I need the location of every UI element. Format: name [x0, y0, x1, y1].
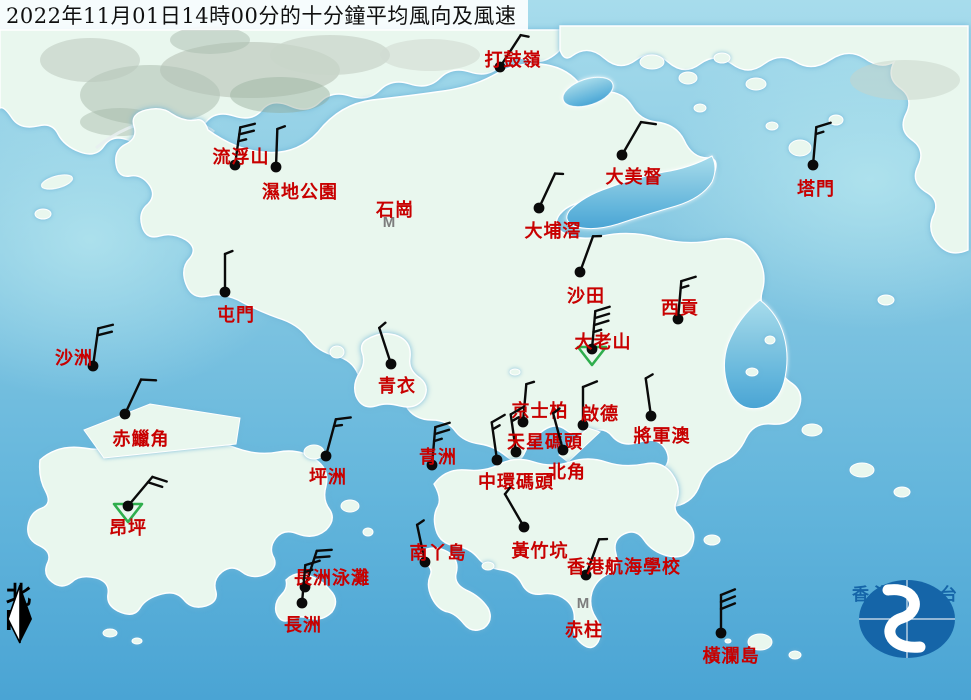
station-label: 濕地公園 — [262, 181, 338, 203]
missing-data-marker: M — [577, 595, 590, 612]
wind-barb-feather — [315, 556, 330, 557]
station-label: 大老山 — [575, 331, 632, 353]
wind-barb-staff — [276, 129, 277, 167]
station-dot — [321, 451, 332, 462]
station-label: 打鼓嶺 — [485, 49, 542, 71]
station-dot — [386, 359, 397, 370]
station-label: 沙田 — [567, 286, 605, 307]
station-label: 黃竹坑 — [511, 540, 569, 562]
wind-barb-feather — [521, 35, 529, 37]
station-dot — [297, 598, 308, 609]
station-label: 啟德 — [581, 403, 619, 425]
station-dot — [617, 150, 628, 161]
station-dot — [558, 445, 569, 456]
wind-barb-feather — [141, 380, 156, 381]
station-label: 坪洲 — [309, 467, 347, 488]
station-label: 西貢 — [661, 298, 699, 319]
station-label: 赤鱲角 — [113, 428, 170, 450]
station-label: 京士柏 — [512, 400, 569, 422]
station-dot — [271, 162, 282, 173]
station-label: 昂坪 — [109, 518, 147, 539]
station-label: 屯門 — [217, 304, 255, 326]
wind-map: 流浮山濕地公園 打鼓嶺大美督大埔滘 塔門屯門沙洲赤鱲角 青衣坪洲 青洲 京士柏啟德天星碼頭… — [0, 0, 971, 700]
station-label: 南丫島 — [410, 542, 467, 564]
station-label: 沙洲 — [55, 348, 93, 369]
station-label: 中環碼頭 — [478, 471, 554, 493]
station-dot — [534, 203, 545, 214]
station-label: 青洲 — [419, 447, 457, 468]
station-label: 橫瀾島 — [703, 645, 760, 667]
station-dot — [575, 267, 586, 278]
station-dot — [123, 501, 134, 512]
station-label: 天星碼頭 — [507, 432, 583, 453]
station-label: 青衣 — [378, 375, 416, 397]
station-dot — [492, 455, 503, 466]
station-label: 大美督 — [606, 166, 663, 188]
station-dot — [519, 522, 530, 533]
station-label: 石崗 — [375, 199, 414, 221]
north-compass: 北 N — [4, 583, 44, 634]
map-title: 2022年11月01日14時00分的十分鐘平均風向及風速 — [0, 0, 528, 30]
wind-barb-feather — [334, 425, 342, 426]
station-dot — [646, 411, 657, 422]
station-dot — [120, 409, 131, 420]
station-label: 長洲 — [284, 615, 322, 636]
basemap: 流浮山濕地公園 打鼓嶺大美督大埔滘 塔門屯門沙洲赤鱲角 青衣坪洲 青洲 京士柏啟德天星碼頭… — [0, 0, 971, 700]
station-label: 北角 — [548, 461, 586, 483]
station-label: 流浮山 — [213, 146, 270, 168]
station-dot — [716, 628, 727, 639]
station-dot — [220, 287, 231, 298]
hko-logo: 香港天文台 HONG KONG OBSERVATORY — [848, 578, 966, 629]
wind-barb-feather — [317, 550, 332, 551]
station-label: 塔門 — [797, 178, 835, 200]
station-dot — [808, 160, 819, 171]
station-label: 將軍澳 — [634, 425, 691, 447]
station-label: 赤柱 — [565, 619, 603, 641]
north-arrow-icon — [4, 583, 44, 645]
hko-logo-icon — [848, 578, 966, 660]
station-label: 大埔滘 — [525, 220, 582, 242]
urban-texture-ne — [850, 60, 960, 100]
station-label: 香港航海學校 — [566, 556, 681, 578]
